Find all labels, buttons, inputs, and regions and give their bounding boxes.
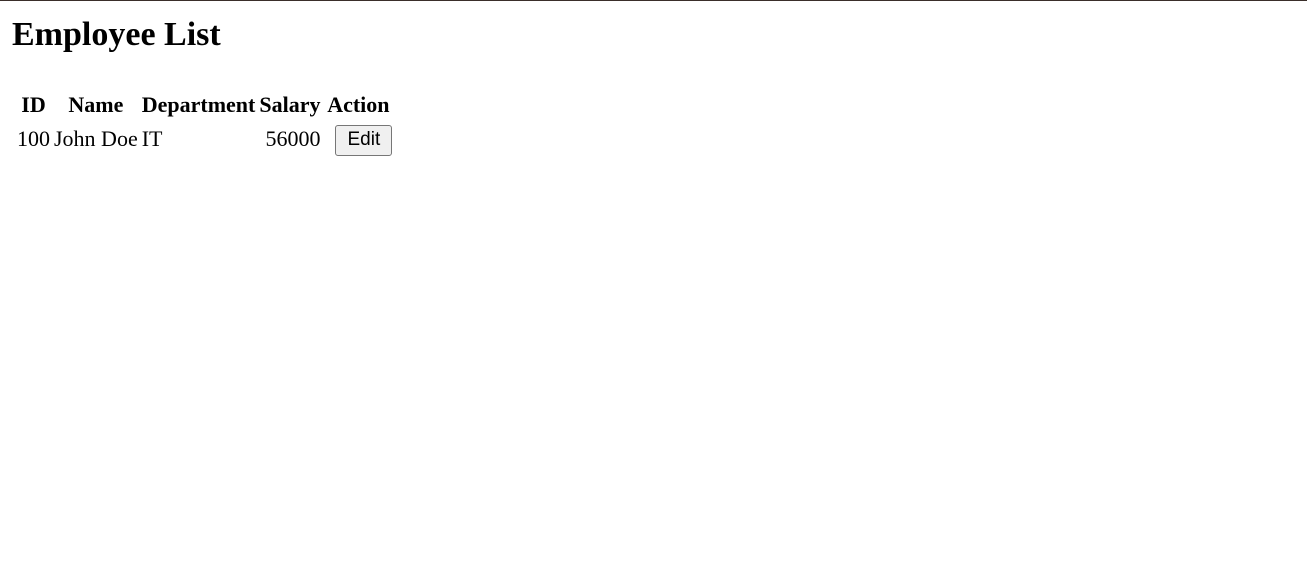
page-title: Employee List: [12, 16, 221, 53]
cell-action: Edit: [323, 122, 393, 157]
table-row: 100 John Doe IT 56000 Edit: [16, 122, 393, 157]
employee-table: ID Name Department Salary Action 100 Joh…: [14, 88, 395, 159]
cell-salary: 56000: [265, 126, 321, 152]
edit-button[interactable]: Edit: [335, 124, 393, 156]
header-row: ID Name Department Salary Action: [16, 90, 393, 120]
page-content: Employee List ID Name Department Salary …: [12, 15, 395, 159]
table-body: 100 John Doe IT 56000 Edit: [16, 122, 393, 157]
cell-department: IT: [141, 126, 163, 152]
header-salary: Salary: [259, 92, 321, 117]
cell-name: John Doe: [54, 126, 138, 152]
cell-id: 100: [17, 126, 50, 152]
header-name: Name: [68, 92, 124, 117]
header-department: Department: [141, 92, 256, 117]
header-id: ID: [21, 92, 46, 117]
header-action: Action: [327, 92, 390, 117]
table-header: ID Name Department Salary Action: [16, 90, 393, 120]
